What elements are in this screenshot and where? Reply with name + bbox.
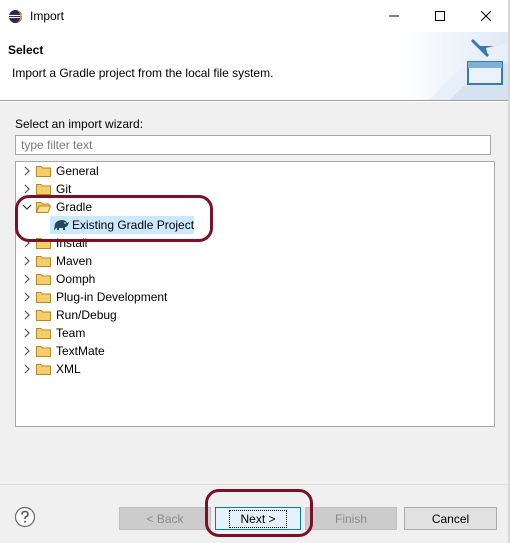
- folder-icon: [36, 256, 51, 267]
- chevron-right-icon[interactable]: [22, 165, 32, 177]
- tree-item-git[interactable]: Git: [16, 180, 494, 198]
- tree-item-label: Gradle: [56, 200, 93, 214]
- tree-item-xml[interactable]: XML: [16, 360, 494, 378]
- tree-item-label: Plug-in Development: [56, 290, 168, 304]
- window-title: Import: [30, 9, 65, 23]
- folder-icon: [36, 310, 51, 321]
- folder-icon: [36, 274, 51, 285]
- tree-item-team[interactable]: Team: [16, 324, 494, 342]
- tree-item-label: Existing Gradle Project: [72, 218, 195, 232]
- folder-icon: [36, 346, 51, 357]
- chevron-right-icon[interactable]: [22, 327, 32, 339]
- help-icon[interactable]: [14, 506, 36, 528]
- banner-title: Select: [8, 43, 44, 57]
- minimize-button[interactable]: [371, 0, 417, 32]
- minimize-icon: [389, 15, 399, 17]
- tree-item-run-debug[interactable]: Run/Debug: [16, 306, 494, 324]
- tree-item-plug-in-development[interactable]: Plug-in Development: [16, 288, 494, 306]
- folder-icon: [36, 184, 51, 195]
- folder-icon: [36, 238, 51, 249]
- next-button[interactable]: Next >: [215, 507, 301, 530]
- chevron-right-icon[interactable]: [22, 345, 32, 357]
- folder-icon: [36, 166, 51, 177]
- filter-input[interactable]: [15, 135, 491, 155]
- maximize-button[interactable]: [417, 0, 463, 32]
- tree-item-label: TextMate: [56, 344, 105, 358]
- finish-button[interactable]: Finish: [305, 507, 397, 530]
- close-icon: [481, 11, 491, 21]
- folder-open-icon: [36, 202, 51, 213]
- close-button[interactable]: [463, 0, 509, 32]
- folder-icon: [36, 292, 51, 303]
- tree-item-label: Team: [56, 326, 86, 340]
- tree-item-maven[interactable]: Maven: [16, 252, 494, 270]
- eclipse-app-icon: [8, 9, 23, 24]
- chevron-right-icon[interactable]: [22, 183, 32, 195]
- import-wizard-icon: [400, 32, 510, 100]
- tree-item-textmate[interactable]: TextMate: [16, 342, 494, 360]
- chevron-right-icon[interactable]: [22, 291, 32, 303]
- tree-item-label: Run/Debug: [56, 308, 117, 322]
- folder-icon: [36, 364, 51, 375]
- tree-item-install[interactable]: Install: [16, 234, 494, 252]
- next-button-label: Next >: [229, 509, 287, 528]
- title-bar: Import: [0, 0, 510, 32]
- chevron-down-icon[interactable]: [22, 201, 32, 213]
- maximize-icon: [435, 11, 445, 21]
- tree-item-existing-gradle-project[interactable]: Existing Gradle Project: [16, 216, 494, 234]
- folder-icon: [36, 328, 51, 339]
- tree-item-label: Git: [56, 182, 72, 196]
- tree-item-gradle[interactable]: Gradle: [16, 198, 494, 216]
- chevron-right-icon[interactable]: [22, 255, 32, 267]
- chevron-right-icon[interactable]: [22, 363, 32, 375]
- tree-item-label: Maven: [56, 254, 93, 268]
- back-button[interactable]: < Back: [119, 507, 211, 530]
- tree-item-label: XML: [56, 362, 81, 376]
- banner-description: Import a Gradle project from the local f…: [12, 66, 274, 80]
- tree-item-label: Install: [56, 236, 88, 250]
- tree-item-label: General: [56, 164, 99, 178]
- chevron-right-icon[interactable]: [22, 309, 32, 321]
- chevron-right-icon[interactable]: [22, 273, 32, 285]
- button-bar: < Back Next > Finish Cancel: [0, 485, 510, 543]
- wizard-banner: Select Import a Gradle project from the …: [0, 32, 510, 100]
- wizard-content: Select an import wizard: General Git Gra…: [0, 102, 510, 484]
- tree-item-label: Oomph: [56, 272, 96, 286]
- tree-item-general[interactable]: General: [16, 162, 494, 180]
- chevron-right-icon[interactable]: [22, 237, 32, 249]
- cancel-button[interactable]: Cancel: [404, 507, 497, 530]
- tree-item-oomph[interactable]: Oomph: [16, 270, 494, 288]
- wizard-tree[interactable]: General Git Gradle Existing Gradle Proje…: [15, 161, 495, 427]
- gradle-elephant-icon: [54, 220, 69, 230]
- wizard-list-label: Select an import wizard:: [15, 117, 144, 131]
